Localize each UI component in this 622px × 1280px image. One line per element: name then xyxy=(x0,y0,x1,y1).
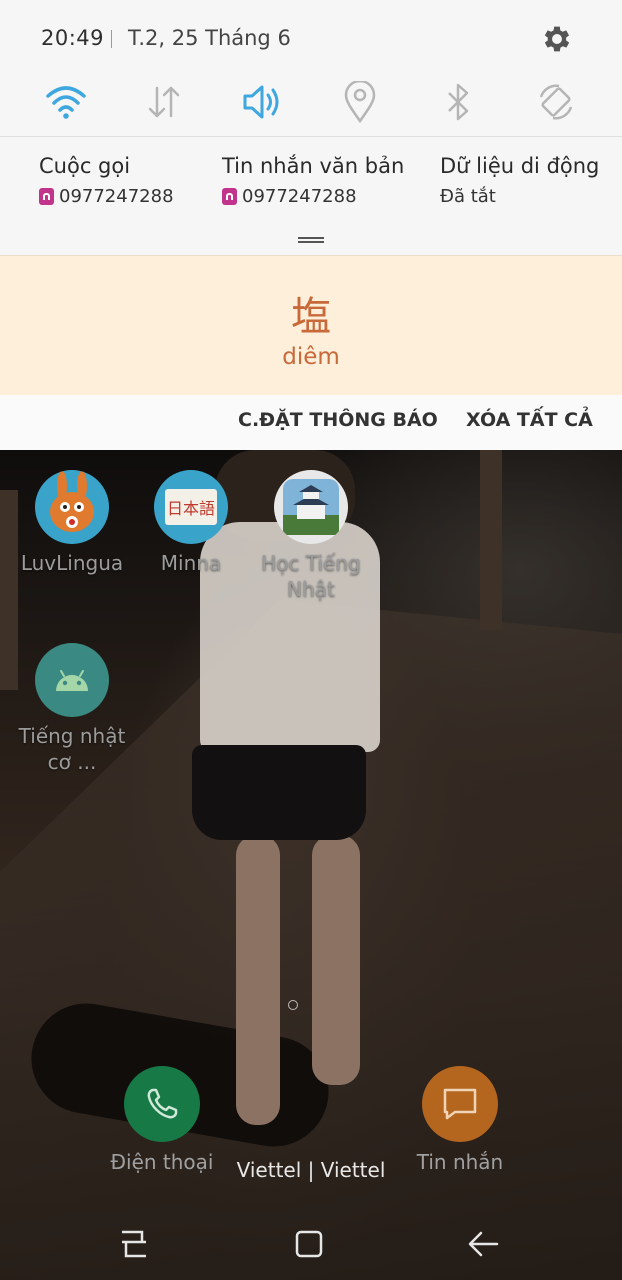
mobile-data-status: Đã tắt xyxy=(440,186,496,207)
wallpaper-tree xyxy=(0,490,18,690)
app-label: Học Tiếng Nhật xyxy=(261,551,361,601)
calls-info[interactable]: Cuộc gọi 0977247288 xyxy=(39,154,174,207)
app-label: LuvLingua xyxy=(20,551,124,575)
wallpaper-person-skirt xyxy=(192,745,366,840)
sim-icon xyxy=(39,188,54,205)
calls-number-text: 0977247288 xyxy=(59,186,174,207)
android-icon xyxy=(35,643,109,717)
notification-kanji: 塩 xyxy=(291,294,331,340)
messages-number-text: 0977247288 xyxy=(242,186,357,207)
mobile-data-info[interactable]: Dữ liệu di động Đã tắt xyxy=(440,154,599,207)
wifi-icon[interactable] xyxy=(42,78,90,126)
sim-icon xyxy=(222,188,237,205)
bluetooth-icon[interactable] xyxy=(434,78,482,126)
app-tieng-nhat-co-ban[interactable]: Tiếng nhật cơ ... xyxy=(17,643,127,775)
minna-icon-text: 日本語 xyxy=(165,489,217,525)
wallpaper-tree xyxy=(480,450,502,630)
app-label: Minna xyxy=(160,551,222,575)
mobile-data-icon[interactable] xyxy=(140,78,188,126)
messages-info[interactable]: Tin nhắn văn bản 0977247288 xyxy=(222,154,404,207)
app-luvlingua[interactable]: LuvLingua xyxy=(17,470,127,576)
app-label: Tiếng nhật cơ ... xyxy=(18,724,126,774)
clock: 20:49 xyxy=(41,26,105,50)
notification-actions: C.ĐẶT THÔNG BÁO XÓA TẤT CẢ xyxy=(0,395,622,450)
gear-icon[interactable] xyxy=(540,22,574,56)
app-hoc-tieng-nhat[interactable]: Học Tiếng Nhật xyxy=(256,470,366,602)
app-minna[interactable]: 日本語 Minna xyxy=(136,470,246,576)
auto-rotate-icon[interactable] xyxy=(532,78,580,126)
messages-number: 0977247288 xyxy=(222,186,404,207)
notification-settings-button[interactable]: C.ĐẶT THÔNG BÁO xyxy=(238,409,438,431)
quick-settings-row xyxy=(0,78,622,134)
wallpaper-person-leg xyxy=(312,835,360,1085)
drag-handle[interactable] xyxy=(298,237,324,244)
navigation-bar xyxy=(0,1208,622,1280)
back-button[interactable] xyxy=(461,1222,505,1266)
notification-card[interactable]: 塩 diêm xyxy=(0,255,622,396)
carrier-label: Viettel | Viettel xyxy=(236,1158,386,1182)
home-button[interactable] xyxy=(287,1222,331,1266)
clear-all-button[interactable]: XÓA TẤT CẢ xyxy=(466,409,593,431)
castle-icon xyxy=(274,470,348,544)
minna-icon: 日本語 xyxy=(154,470,228,544)
calls-number: 0977247288 xyxy=(39,186,174,207)
sound-icon[interactable] xyxy=(238,78,286,126)
notification-reading: diêm xyxy=(282,344,340,370)
calls-title: Cuộc gọi xyxy=(39,154,131,178)
phone-icon xyxy=(124,1066,200,1142)
notification-shade: 20:49 T.2, 25 Tháng 6 Cuộc gọi 097724728… xyxy=(0,0,622,450)
home-screen: LuvLingua 日本語 Minna Học Tiếng Nhật Tiếng… xyxy=(0,450,622,1280)
location-icon[interactable] xyxy=(336,78,384,126)
messages-title: Tin nhắn văn bản xyxy=(222,154,405,178)
page-indicator[interactable] xyxy=(288,1000,298,1010)
recent-apps-button[interactable] xyxy=(112,1222,156,1266)
luvlingua-icon xyxy=(35,470,109,544)
mobile-data-title: Dữ liệu di động xyxy=(440,154,600,178)
status-row: 20:49 T.2, 25 Tháng 6 xyxy=(0,0,622,78)
date: T.2, 25 Tháng 6 xyxy=(128,26,291,50)
message-icon xyxy=(422,1066,498,1142)
divider xyxy=(0,136,622,137)
wallpaper-person-leg xyxy=(236,835,280,1125)
status-separator xyxy=(111,30,112,48)
